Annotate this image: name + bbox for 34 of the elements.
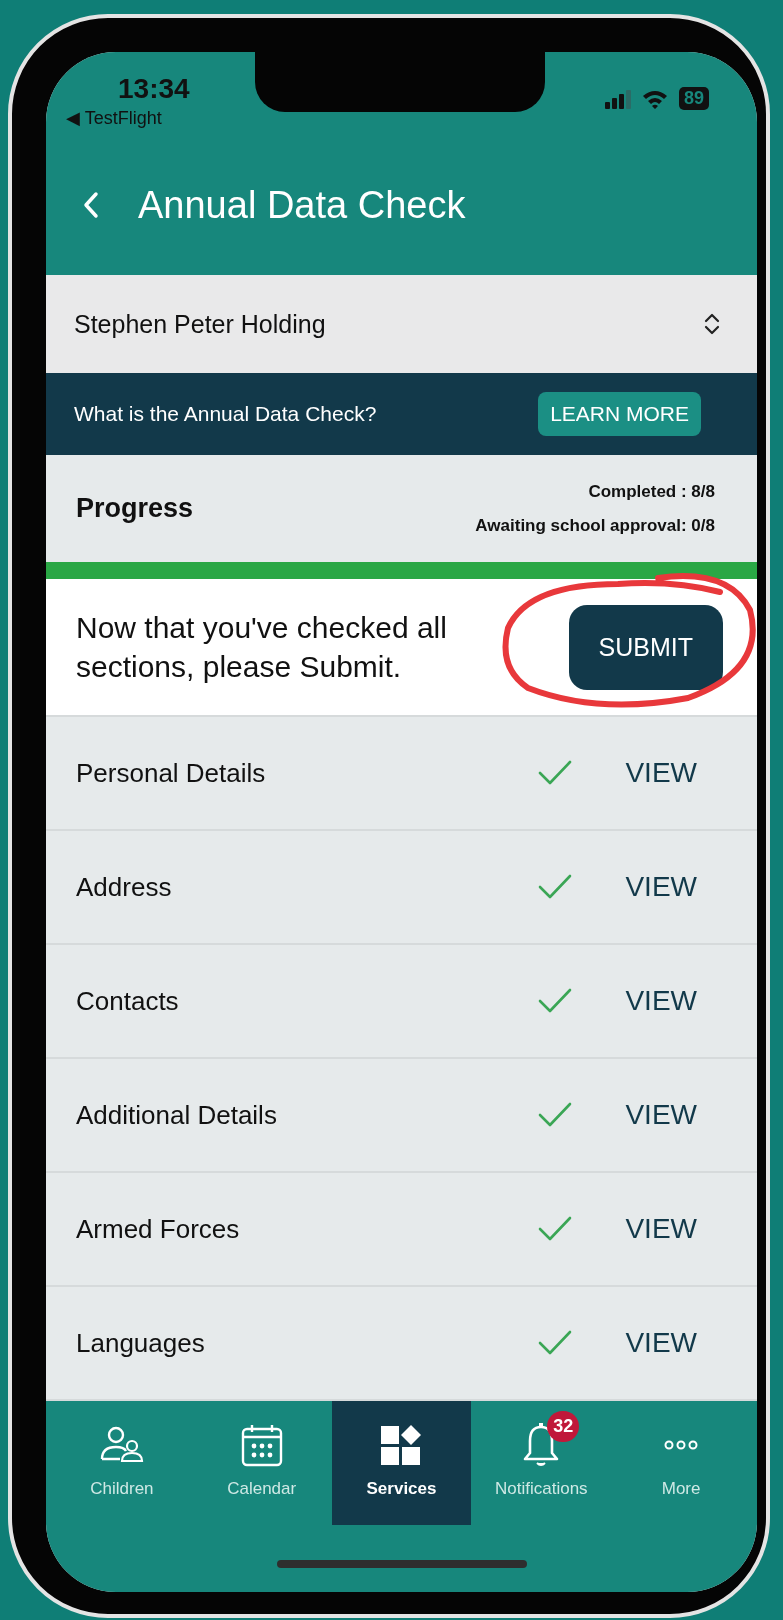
view-button[interactable]: VIEW — [625, 867, 697, 907]
tab[interactable]: Services — [331, 1401, 472, 1525]
view-button[interactable]: VIEW — [625, 1095, 697, 1135]
notification-count-badge: 32 — [547, 1411, 580, 1442]
view-button[interactable]: VIEW — [625, 981, 697, 1021]
completed-count: Completed : 8/8 — [588, 481, 715, 502]
view-button[interactable]: VIEW — [625, 1323, 697, 1363]
blocks-icon — [380, 1424, 423, 1466]
signal-icon — [604, 88, 631, 109]
view-button[interactable]: VIEW — [625, 753, 697, 793]
back-to-app-link[interactable]: ◀ TestFlight — [66, 106, 162, 129]
section-name: Contacts — [76, 985, 180, 1017]
calendar-icon — [239, 1423, 284, 1467]
tab[interactable]: 32 Notifications — [471, 1401, 612, 1525]
page-title: Annual Data Check — [138, 183, 466, 227]
tab[interactable]: More — [611, 1401, 751, 1525]
section-name: Armed Forces — [76, 1213, 241, 1245]
section-name: Address — [76, 871, 173, 903]
up-down-chevron-icon — [703, 312, 721, 336]
submit-button[interactable]: SUBMIT — [568, 604, 723, 690]
tab[interactable]: Children — [52, 1401, 192, 1525]
progress-title: Progress — [76, 493, 194, 524]
submit-prompt: Now that you've checked all sections, please Submit. — [76, 610, 448, 685]
more-icon — [664, 1439, 699, 1451]
status-time: 13:34 — [118, 72, 190, 105]
awaiting-count: Awaiting school approval: 0/8 — [475, 515, 715, 536]
section-name: Personal Details — [76, 757, 267, 789]
learn-more-button[interactable]: LEARN MORE — [538, 392, 701, 436]
back-icon[interactable] — [82, 191, 100, 219]
banner-text: What is the Annual Data Check? — [74, 402, 377, 426]
section-name: Languages — [76, 1327, 206, 1359]
battery-level: 89 — [678, 87, 709, 110]
section-name: Additional Details — [76, 1099, 278, 1131]
view-button[interactable]: VIEW — [625, 1209, 697, 1249]
